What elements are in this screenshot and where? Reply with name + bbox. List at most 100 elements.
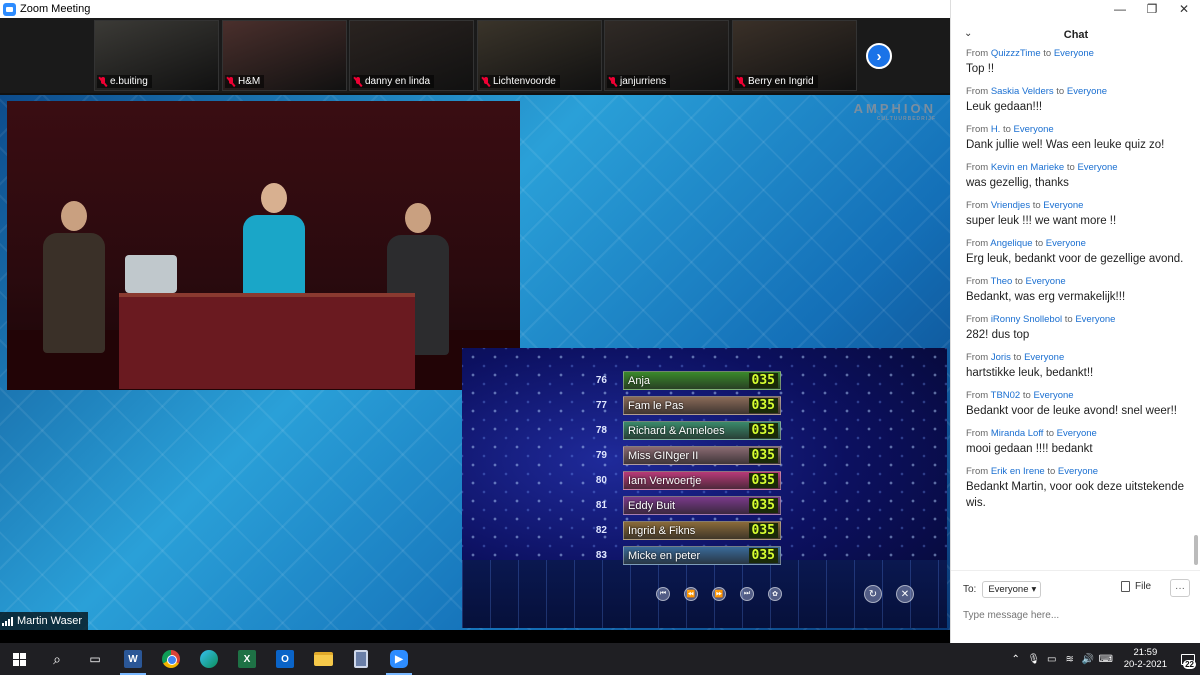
- chevron-up-icon[interactable]: ⌃: [1007, 654, 1025, 665]
- volume-icon[interactable]: 🔊: [1079, 654, 1097, 665]
- chat-message: From iRonny Snollebol to Everyone 282! du…: [951, 313, 1193, 343]
- taskbar-chrome[interactable]: [152, 643, 190, 675]
- message-recipient[interactable]: Everyone: [1077, 162, 1117, 173]
- scoreboard-row: 76 Anja 035: [586, 368, 781, 393]
- task-view-icon: ▭: [89, 652, 101, 666]
- participant-tile[interactable]: janjurriens: [604, 20, 729, 91]
- window-title-bar: Zoom Meeting: [0, 0, 950, 18]
- clock[interactable]: 21:59 20-2-2021: [1115, 647, 1176, 671]
- participant-name: Berry en Ingrid: [748, 76, 814, 87]
- close-icon[interactable]: ✕: [896, 585, 914, 603]
- mic-muted-icon: [227, 76, 235, 87]
- taskbar: ⌕ ▭ W X O ▶ ⌃ 🎙 ▭ ≋ 🔊 ⌨ 21:59 20-2-2021 …: [0, 643, 1200, 675]
- to-word: to: [1043, 48, 1052, 59]
- message-recipient[interactable]: Everyone: [1057, 428, 1097, 439]
- close-window-icon[interactable]: ✕: [1168, 0, 1200, 18]
- message-recipient[interactable]: Everyone: [1043, 200, 1083, 211]
- chat-message: From Angelique to Everyone Erg leuk, beda…: [951, 237, 1193, 267]
- message-sender[interactable]: Saskia Velders: [991, 86, 1054, 97]
- participant-name: danny en linda: [365, 76, 431, 87]
- taskbar-excel[interactable]: X: [228, 643, 266, 675]
- participant-tile[interactable]: H&M: [222, 20, 347, 91]
- scoreboard-row: 83 Micke en peter 035: [586, 543, 781, 568]
- team-name: Iam Verwoertje: [628, 474, 702, 487]
- message-meta: From Kevin en Marieke to Everyone: [966, 161, 1193, 175]
- message-sender[interactable]: QuizzzTime: [991, 48, 1041, 59]
- recipient-select[interactable]: Everyone ▾: [982, 581, 1042, 598]
- start-button[interactable]: [0, 643, 38, 675]
- message-recipient[interactable]: Everyone: [1026, 276, 1066, 287]
- chat-message: From Miranda Loff to Everyone mooi gedaan…: [951, 427, 1193, 457]
- fast-forward-icon[interactable]: ⏩: [712, 587, 726, 601]
- team-bar: Micke en peter 035: [623, 546, 781, 565]
- notification-center-button[interactable]: 22: [1176, 643, 1200, 675]
- skip-forward-icon[interactable]: ⏭: [740, 587, 754, 601]
- folder-icon: [313, 652, 333, 666]
- participant-tile[interactable]: danny en linda: [349, 20, 474, 91]
- participant-tile[interactable]: e.buiting: [94, 20, 219, 91]
- message-recipient[interactable]: Everyone: [1033, 390, 1073, 401]
- presenter-desk: [119, 293, 415, 389]
- clock-time: 21:59: [1133, 647, 1158, 658]
- message-input[interactable]: [963, 605, 1188, 625]
- taskbar-outlook[interactable]: O: [266, 643, 304, 675]
- message-text: super leuk !!! we want more !!: [966, 215, 1117, 227]
- message-sender[interactable]: Joris: [991, 352, 1011, 363]
- to-word: to: [1056, 86, 1065, 97]
- message-recipient[interactable]: Everyone: [1014, 124, 1054, 135]
- replay-icon[interactable]: ↻: [864, 585, 882, 603]
- taskbar-file-explorer[interactable]: [304, 643, 342, 675]
- rewind-icon[interactable]: ⏪: [684, 587, 698, 601]
- message-sender[interactable]: Angelique: [990, 238, 1032, 249]
- taskbar-edge[interactable]: [190, 643, 228, 675]
- taskbar-word[interactable]: W: [114, 643, 152, 675]
- brand-subtitle: CULTUURBEDRIJF: [876, 116, 936, 122]
- message-recipient[interactable]: Everyone: [1067, 86, 1107, 97]
- maximize-icon[interactable]: ❐: [1136, 0, 1168, 18]
- team-points: 035: [748, 523, 778, 538]
- message-recipient[interactable]: Everyone: [1058, 466, 1098, 477]
- from-word: From: [966, 86, 989, 97]
- task-view-button[interactable]: ▭: [76, 643, 114, 675]
- taskbar-calculator[interactable]: [342, 643, 380, 675]
- chat-messages[interactable]: From QuizzzTime to Everyone Top !! From Sa…: [951, 47, 1193, 567]
- battery-icon[interactable]: ▭: [1043, 654, 1061, 665]
- to-word: to: [1035, 238, 1044, 249]
- chevron-down-icon[interactable]: ⌄: [964, 28, 972, 39]
- message-sender[interactable]: Vriendjes: [991, 200, 1030, 211]
- mic-muted-icon: [482, 76, 490, 87]
- message-recipient[interactable]: Everyone: [1046, 238, 1086, 249]
- keyboard-icon[interactable]: ⌨: [1097, 654, 1115, 665]
- message-sender[interactable]: Kevin en Marieke: [991, 162, 1064, 173]
- taskbar-zoom[interactable]: ▶: [380, 643, 418, 675]
- message-sender[interactable]: Theo: [991, 276, 1013, 287]
- mic-muted-icon: [609, 76, 617, 87]
- message-recipient[interactable]: Everyone: [1054, 48, 1094, 59]
- chat-message: From Saskia Velders to Everyone Leuk geda…: [951, 85, 1193, 115]
- minimize-icon[interactable]: —: [1104, 0, 1136, 18]
- team-rank: 80: [595, 475, 607, 486]
- playback-controls: ⏮ ⏪ ⏩ ⏭ ✿ ↻ ✕: [656, 585, 914, 603]
- search-button[interactable]: ⌕: [38, 643, 76, 675]
- team-rank: 81: [595, 500, 607, 511]
- microphone-icon[interactable]: 🎙: [1025, 654, 1043, 665]
- edge-icon: [200, 650, 218, 668]
- system-tray: ⌃ 🎙 ▭ ≋ 🔊 ⌨ 21:59 20-2-2021 22: [1007, 643, 1200, 675]
- message-sender[interactable]: H.: [991, 124, 1001, 135]
- message-text: Top !!: [966, 63, 995, 75]
- settings-icon[interactable]: ✿: [768, 587, 782, 601]
- participant-tile[interactable]: Berry en Ingrid: [732, 20, 857, 91]
- next-participants-button[interactable]: ›: [866, 43, 892, 69]
- message-recipient[interactable]: Everyone: [1075, 314, 1115, 325]
- message-sender[interactable]: iRonny Snollebol: [991, 314, 1062, 325]
- chat-scrollbar[interactable]: [1193, 47, 1199, 567]
- skip-back-icon[interactable]: ⏮: [656, 587, 670, 601]
- message-sender[interactable]: Miranda Loff: [991, 428, 1044, 439]
- wifi-icon[interactable]: ≋: [1061, 654, 1079, 665]
- more-options-button[interactable]: ···: [1170, 579, 1190, 597]
- file-button[interactable]: File: [1121, 581, 1151, 592]
- message-sender[interactable]: TBN02: [991, 390, 1021, 401]
- participant-tile[interactable]: Lichtenvoorde: [477, 20, 602, 91]
- message-sender[interactable]: Erik en Irene: [991, 466, 1045, 477]
- message-recipient[interactable]: Everyone: [1024, 352, 1064, 363]
